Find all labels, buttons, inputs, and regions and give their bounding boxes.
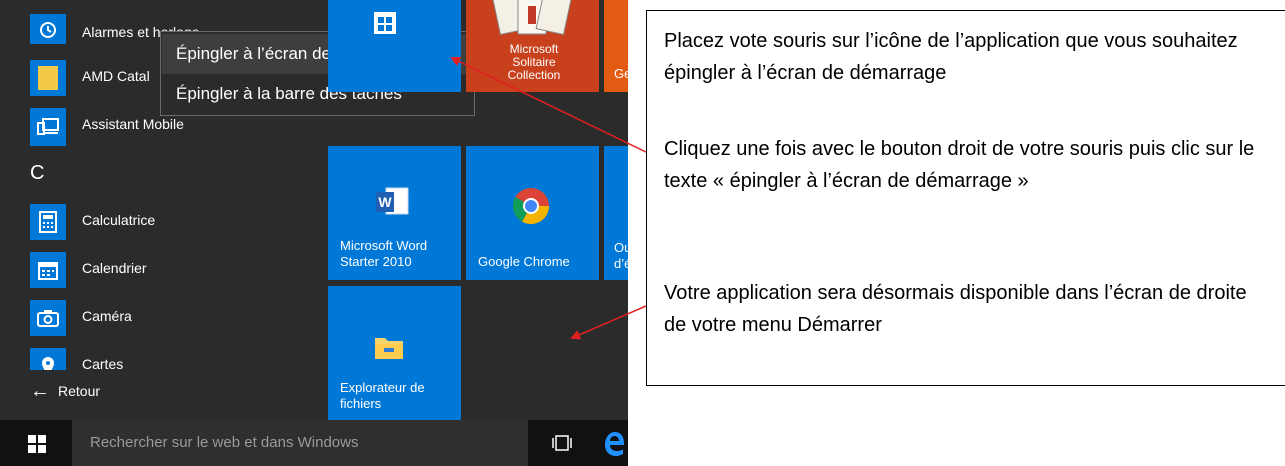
instruction-callout: Placez vote souris sur l’icône de l’appl… <box>646 10 1285 386</box>
instruction-step-3: Votre application sera désormais disponi… <box>664 282 1247 336</box>
instruction-step-2: Cliquez une fois avec le bouton droit de… <box>664 138 1255 192</box>
arrow-to-tiles <box>570 305 647 340</box>
instruction-step-1: Placez vote souris sur l’icône de l’appl… <box>664 30 1238 84</box>
arrow-to-menu-item <box>450 56 647 153</box>
